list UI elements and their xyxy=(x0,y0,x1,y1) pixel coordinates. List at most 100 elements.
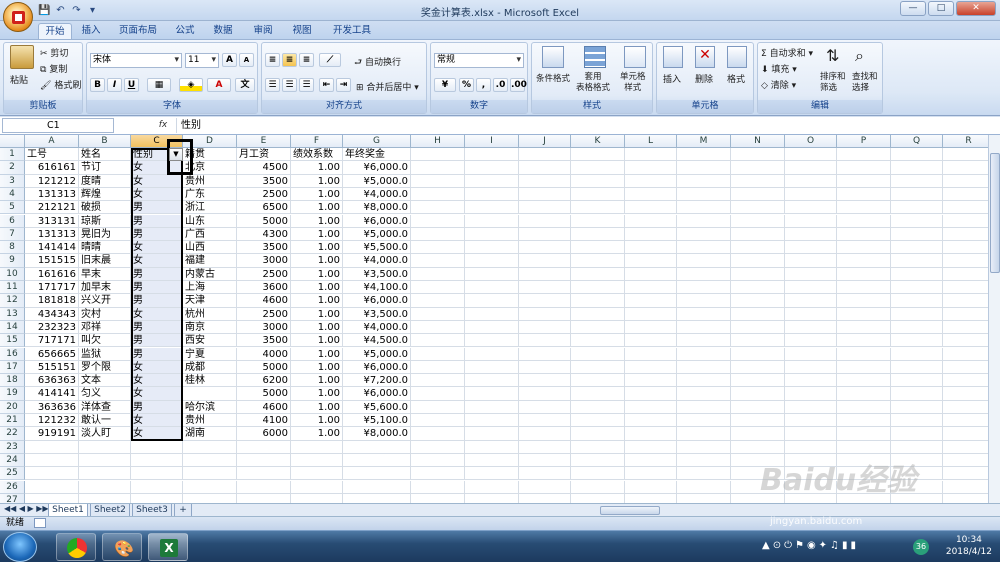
cell-i5[interactable] xyxy=(465,201,519,215)
column-header-k[interactable]: K xyxy=(571,135,625,148)
cell-k9[interactable] xyxy=(571,254,625,268)
cell-f11[interactable]: 1.00 xyxy=(291,281,343,295)
cell-m15[interactable] xyxy=(677,334,731,348)
cell-k2[interactable] xyxy=(571,161,625,175)
cell-m3[interactable] xyxy=(677,174,731,188)
tab-insert[interactable]: 插入 xyxy=(76,23,106,39)
cell-d3[interactable]: 贵州 xyxy=(183,174,237,188)
cell-m6[interactable] xyxy=(677,214,731,228)
cell-p12[interactable] xyxy=(837,294,891,308)
cell-o23[interactable] xyxy=(785,440,837,454)
cell-c3[interactable]: 女 xyxy=(131,174,183,188)
cell-q3[interactable] xyxy=(891,174,943,188)
cell-l21[interactable] xyxy=(625,414,677,428)
cell-e17[interactable]: 5000 xyxy=(237,360,291,375)
cell-b4[interactable]: 辉煌 xyxy=(79,187,131,202)
cell-r13[interactable] xyxy=(943,308,988,321)
tab-review[interactable]: 审阅 xyxy=(248,23,278,39)
cell-c5[interactable]: 男 xyxy=(131,201,183,215)
cell-n3[interactable] xyxy=(731,174,785,188)
tab-home[interactable]: 开始 xyxy=(38,23,72,39)
cell-i17[interactable] xyxy=(465,360,519,375)
cell-m14[interactable] xyxy=(677,320,731,335)
cell-b8[interactable]: 晴晴 xyxy=(79,241,131,255)
cell-k11[interactable] xyxy=(571,281,625,295)
cell-j12[interactable] xyxy=(519,294,571,308)
merge-center-button[interactable]: ⊞ 合并后居中 ▾ xyxy=(356,80,419,93)
cell-o8[interactable] xyxy=(785,241,837,255)
paste-icon[interactable] xyxy=(10,45,34,69)
cell-g8[interactable]: ¥5,500.0 xyxy=(343,241,411,255)
cell-q13[interactable] xyxy=(891,307,943,321)
cell-m1[interactable] xyxy=(677,148,731,162)
cell-l26[interactable] xyxy=(625,480,677,494)
cell-o19[interactable] xyxy=(785,387,837,401)
cell-i14[interactable] xyxy=(465,320,519,335)
cell-j11[interactable] xyxy=(519,281,571,295)
cell-k15[interactable] xyxy=(571,334,625,348)
cell-q5[interactable] xyxy=(891,201,943,215)
vertical-scrollbar[interactable] xyxy=(988,135,1000,503)
cell-r7[interactable] xyxy=(943,228,988,242)
row-header-11[interactable]: 11 xyxy=(0,281,25,295)
cell-m27[interactable] xyxy=(677,493,731,503)
cell-g6[interactable]: ¥6,000.0 xyxy=(343,214,411,228)
cell-f24[interactable] xyxy=(291,453,343,468)
cell-m19[interactable] xyxy=(677,387,731,401)
cell-f22[interactable]: 1.00 xyxy=(291,427,343,441)
macro-record-icon[interactable] xyxy=(34,518,46,528)
cell-h12[interactable] xyxy=(411,294,465,308)
cell-a5[interactable]: 212121 xyxy=(25,201,79,215)
cell-o9[interactable] xyxy=(785,254,837,268)
cell-q12[interactable] xyxy=(891,294,943,308)
cell-i10[interactable] xyxy=(465,267,519,281)
cell-j24[interactable] xyxy=(519,453,571,468)
cell-i21[interactable] xyxy=(465,414,519,428)
cell-k22[interactable] xyxy=(571,427,625,441)
cell-r15[interactable] xyxy=(943,334,988,348)
cell-f26[interactable] xyxy=(291,480,343,494)
cell-i1[interactable] xyxy=(465,148,519,162)
cell-f2[interactable]: 1.00 xyxy=(291,161,343,175)
cell-f17[interactable]: 1.00 xyxy=(291,360,343,375)
cell-f21[interactable]: 1.00 xyxy=(291,414,343,428)
cell-f10[interactable]: 1.00 xyxy=(291,267,343,281)
cell-h21[interactable] xyxy=(411,414,465,428)
row-header-23[interactable]: 23 xyxy=(0,440,25,454)
insert-cells-icon[interactable] xyxy=(663,46,683,68)
cell-j4[interactable] xyxy=(519,187,571,202)
cell-j2[interactable] xyxy=(519,161,571,175)
copy-button[interactable]: ⧉ 复制 xyxy=(40,62,67,75)
cell-h25[interactable] xyxy=(411,467,465,481)
cell-j16[interactable] xyxy=(519,347,571,361)
cell-l12[interactable] xyxy=(625,294,677,308)
sort-filter-button[interactable]: 排序和 筛选 xyxy=(820,72,846,94)
cell-g16[interactable]: ¥5,000.0 xyxy=(343,347,411,361)
cell-o17[interactable] xyxy=(785,360,837,375)
cell-p4[interactable] xyxy=(837,187,891,202)
insert-function-button[interactable]: fx xyxy=(152,118,174,133)
worksheet-grid[interactable]: A B C D E F G H I J K L M N O P Q R 1 工号 姓名 性别 籍贯 月工资 绩效系数 年终奖金 2 6… xyxy=(0,135,988,503)
cell-d8[interactable]: 山西 xyxy=(183,241,237,255)
cell-b16[interactable]: 监狱 xyxy=(79,347,131,361)
cell-b25[interactable] xyxy=(79,467,131,481)
cell-c4[interactable]: 女 xyxy=(131,187,183,202)
cell-o3[interactable] xyxy=(785,174,837,188)
cell-a24[interactable] xyxy=(25,453,79,468)
percent-button[interactable]: % xyxy=(459,78,474,92)
cell-a21[interactable]: 121232 xyxy=(25,414,79,428)
cell-i19[interactable] xyxy=(465,387,519,401)
cell-j7[interactable] xyxy=(519,227,571,242)
cell-h23[interactable] xyxy=(411,440,465,454)
cell-m23[interactable] xyxy=(677,440,731,454)
cell-q16[interactable] xyxy=(891,347,943,361)
cell-a1[interactable]: 工号 xyxy=(25,148,79,162)
cell-h8[interactable] xyxy=(411,241,465,255)
formula-input[interactable]: 性别 xyxy=(176,118,988,133)
cell-o22[interactable] xyxy=(785,427,837,441)
cell-r10[interactable] xyxy=(943,268,988,281)
insert-cells-button[interactable]: 插入 xyxy=(663,72,681,85)
cell-a25[interactable] xyxy=(25,467,79,481)
conditional-format-icon[interactable] xyxy=(542,46,564,68)
cell-k24[interactable] xyxy=(571,453,625,468)
